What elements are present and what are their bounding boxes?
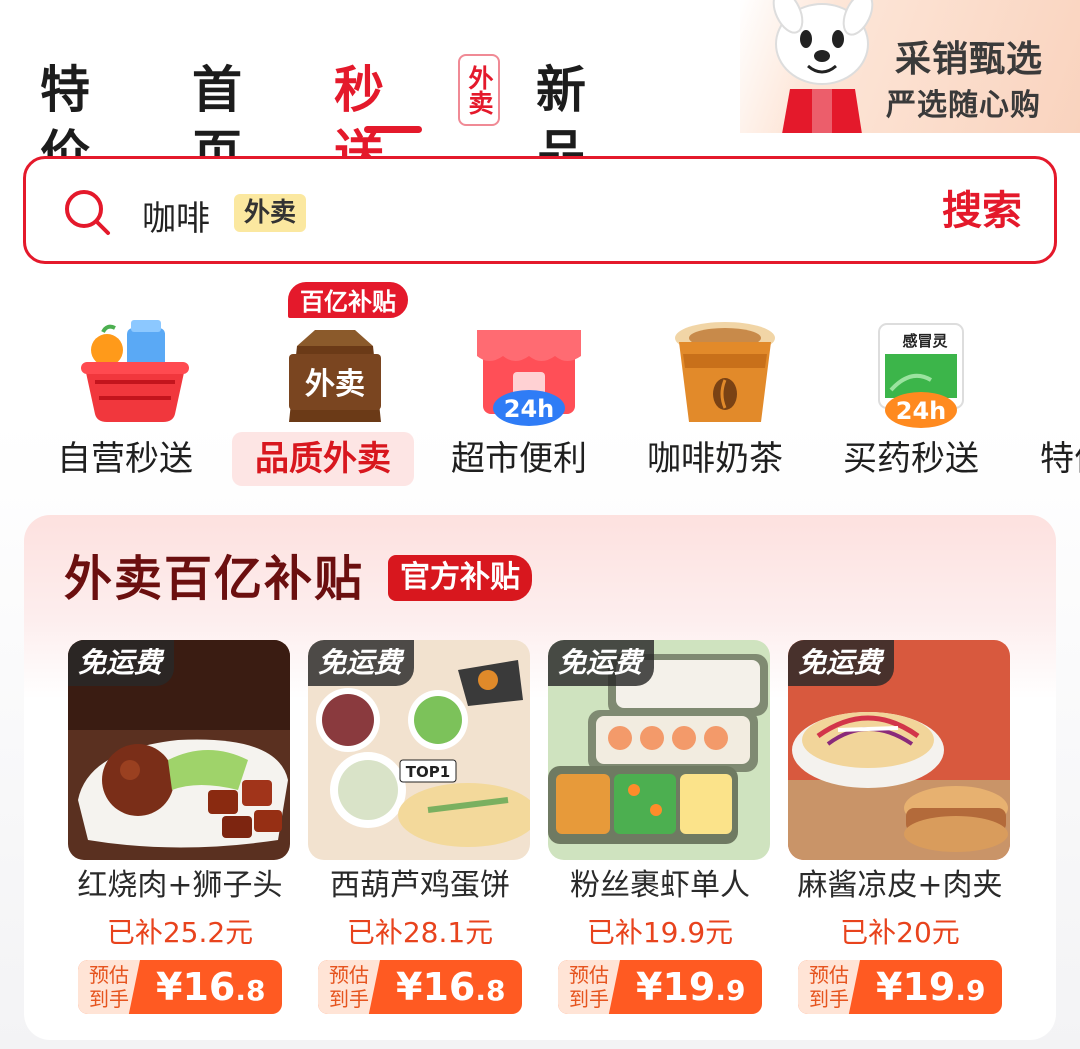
svg-text:外卖: 外卖 — [305, 367, 365, 402]
price-value: ¥19.9 — [636, 965, 746, 1009]
active-tab-indicator — [364, 126, 422, 133]
category-coffee-tea[interactable]: 咖啡奶茶 — [620, 280, 810, 495]
price-value: ¥16.8 — [156, 965, 266, 1009]
official-subsidy-tag: 官方补贴 — [388, 555, 532, 601]
subsidy-amount: 已补19.9元 — [586, 916, 734, 949]
svg-text:24h: 24h — [504, 395, 554, 423]
estimated-price-label: 预估 到手 — [318, 960, 380, 1014]
product-image: 免运费 — [548, 640, 770, 860]
svg-text:24h: 24h — [896, 397, 946, 425]
product-name: 麻酱凉皮+肉夹 — [797, 868, 1003, 903]
product-image: TOP1 免运费 — [308, 640, 530, 860]
product-card[interactable]: 免运费 麻酱凉皮+肉夹 已补20元 预估 到手 ¥19.9 — [788, 640, 1012, 1030]
price-value: ¥19.9 — [876, 965, 986, 1009]
free-shipping-badge: 免运费 — [68, 640, 175, 686]
coffee-cup-icon — [675, 322, 775, 422]
subsidy-amount: 已补25.2元 — [106, 916, 254, 949]
free-shipping-badge: 免运费 — [788, 640, 895, 686]
product-name: 西葫芦鸡蛋饼 — [330, 868, 510, 903]
mascot-icon — [772, 0, 874, 133]
svg-text:感冒灵: 感冒灵 — [902, 332, 948, 350]
subsidy-ribbon-badge: 百亿补贴 — [286, 280, 410, 320]
subsidy-amount: 已补28.1元 — [346, 916, 494, 949]
free-shipping-badge: 免运费 — [308, 640, 415, 686]
promo-title: 采销甄选 — [895, 39, 1044, 80]
price-button[interactable]: 预估 到手 ¥16.8 — [78, 960, 282, 1014]
category-row: 自营秒送 外卖 品质外卖 24h 超市便利 咖啡奶茶 感冒灵 24h 买药秒送 … — [0, 280, 1080, 495]
category-label: 超市便利 — [451, 439, 587, 479]
product-card[interactable]: TOP1 免运费 西葫芦鸡蛋饼 已补28.1元 预估 到手 ¥16.8 — [308, 640, 532, 1030]
category-label: 品质外卖 — [232, 432, 414, 486]
subsidy-amount: 已补20元 — [840, 916, 960, 949]
basket-icon — [81, 320, 189, 422]
category-label: 买药秒送 — [843, 439, 979, 479]
promo-banner[interactable]: 采销甄选 严选随心购 — [740, 0, 1080, 133]
category-label: 咖啡奶茶 — [647, 439, 783, 479]
free-shipping-badge: 免运费 — [548, 640, 655, 686]
store-24h-icon: 24h — [477, 330, 581, 426]
price-button[interactable]: 预估 到手 ¥16.8 — [318, 960, 522, 1014]
subsidy-title[interactable]: 外卖百亿补贴 — [64, 547, 364, 611]
product-card[interactable]: 免运费 红烧肉+狮子头 已补25.2元 预估 到手 ¥16.8 — [68, 640, 292, 1030]
promo-subtitle: 严选随心购 — [886, 88, 1041, 123]
search-icon — [65, 190, 110, 235]
price-button[interactable]: 预估 到手 ¥19.9 — [798, 960, 1002, 1014]
tag-icon — [1057, 310, 1080, 430]
category-self-operated[interactable]: 自营秒送 — [30, 280, 220, 495]
subsidy-card: 外卖百亿补贴 官方补贴 免运费 红烧肉+狮子头 已补25.2元 预估 到手 ¥16… — [24, 515, 1056, 1040]
category-medicine[interactable]: 感冒灵 24h 买药秒送 — [816, 280, 1006, 495]
estimated-price-label: 预估 到手 — [558, 960, 620, 1014]
category-label: 自营秒送 — [57, 439, 193, 479]
price-button[interactable]: 预估 到手 ¥19.9 — [558, 960, 762, 1014]
estimated-price-label: 预估 到手 — [798, 960, 860, 1014]
category-supermarket[interactable]: 24h 超市便利 — [424, 280, 614, 495]
svg-text:TOP1: TOP1 — [406, 763, 450, 781]
category-special[interactable]: 特价 — [1012, 280, 1080, 495]
search-category-tag: 外卖 — [234, 194, 307, 232]
tab-takeout-badge: 外卖 — [458, 54, 500, 126]
product-image: 免运费 — [68, 640, 290, 860]
product-card[interactable]: 免运费 粉丝裹虾单人 已补19.9元 预估 到手 ¥19.9 — [548, 640, 772, 1030]
category-label: 特价 — [1040, 439, 1080, 479]
search-input[interactable]: 咖啡 — [142, 191, 210, 240]
search-bar[interactable]: 咖啡 外卖 搜索 — [23, 156, 1057, 264]
medicine-box-icon: 感冒灵 24h — [878, 323, 964, 428]
product-image: 免运费 — [788, 640, 1010, 860]
product-name: 红烧肉+狮子头 — [77, 868, 283, 903]
search-button[interactable]: 搜索 — [942, 185, 1022, 237]
estimated-price-label: 预估 到手 — [78, 960, 140, 1014]
takeout-bag-icon: 外卖 — [289, 330, 381, 422]
price-value: ¥16.8 — [396, 965, 506, 1009]
product-name: 粉丝裹虾单人 — [570, 868, 750, 903]
